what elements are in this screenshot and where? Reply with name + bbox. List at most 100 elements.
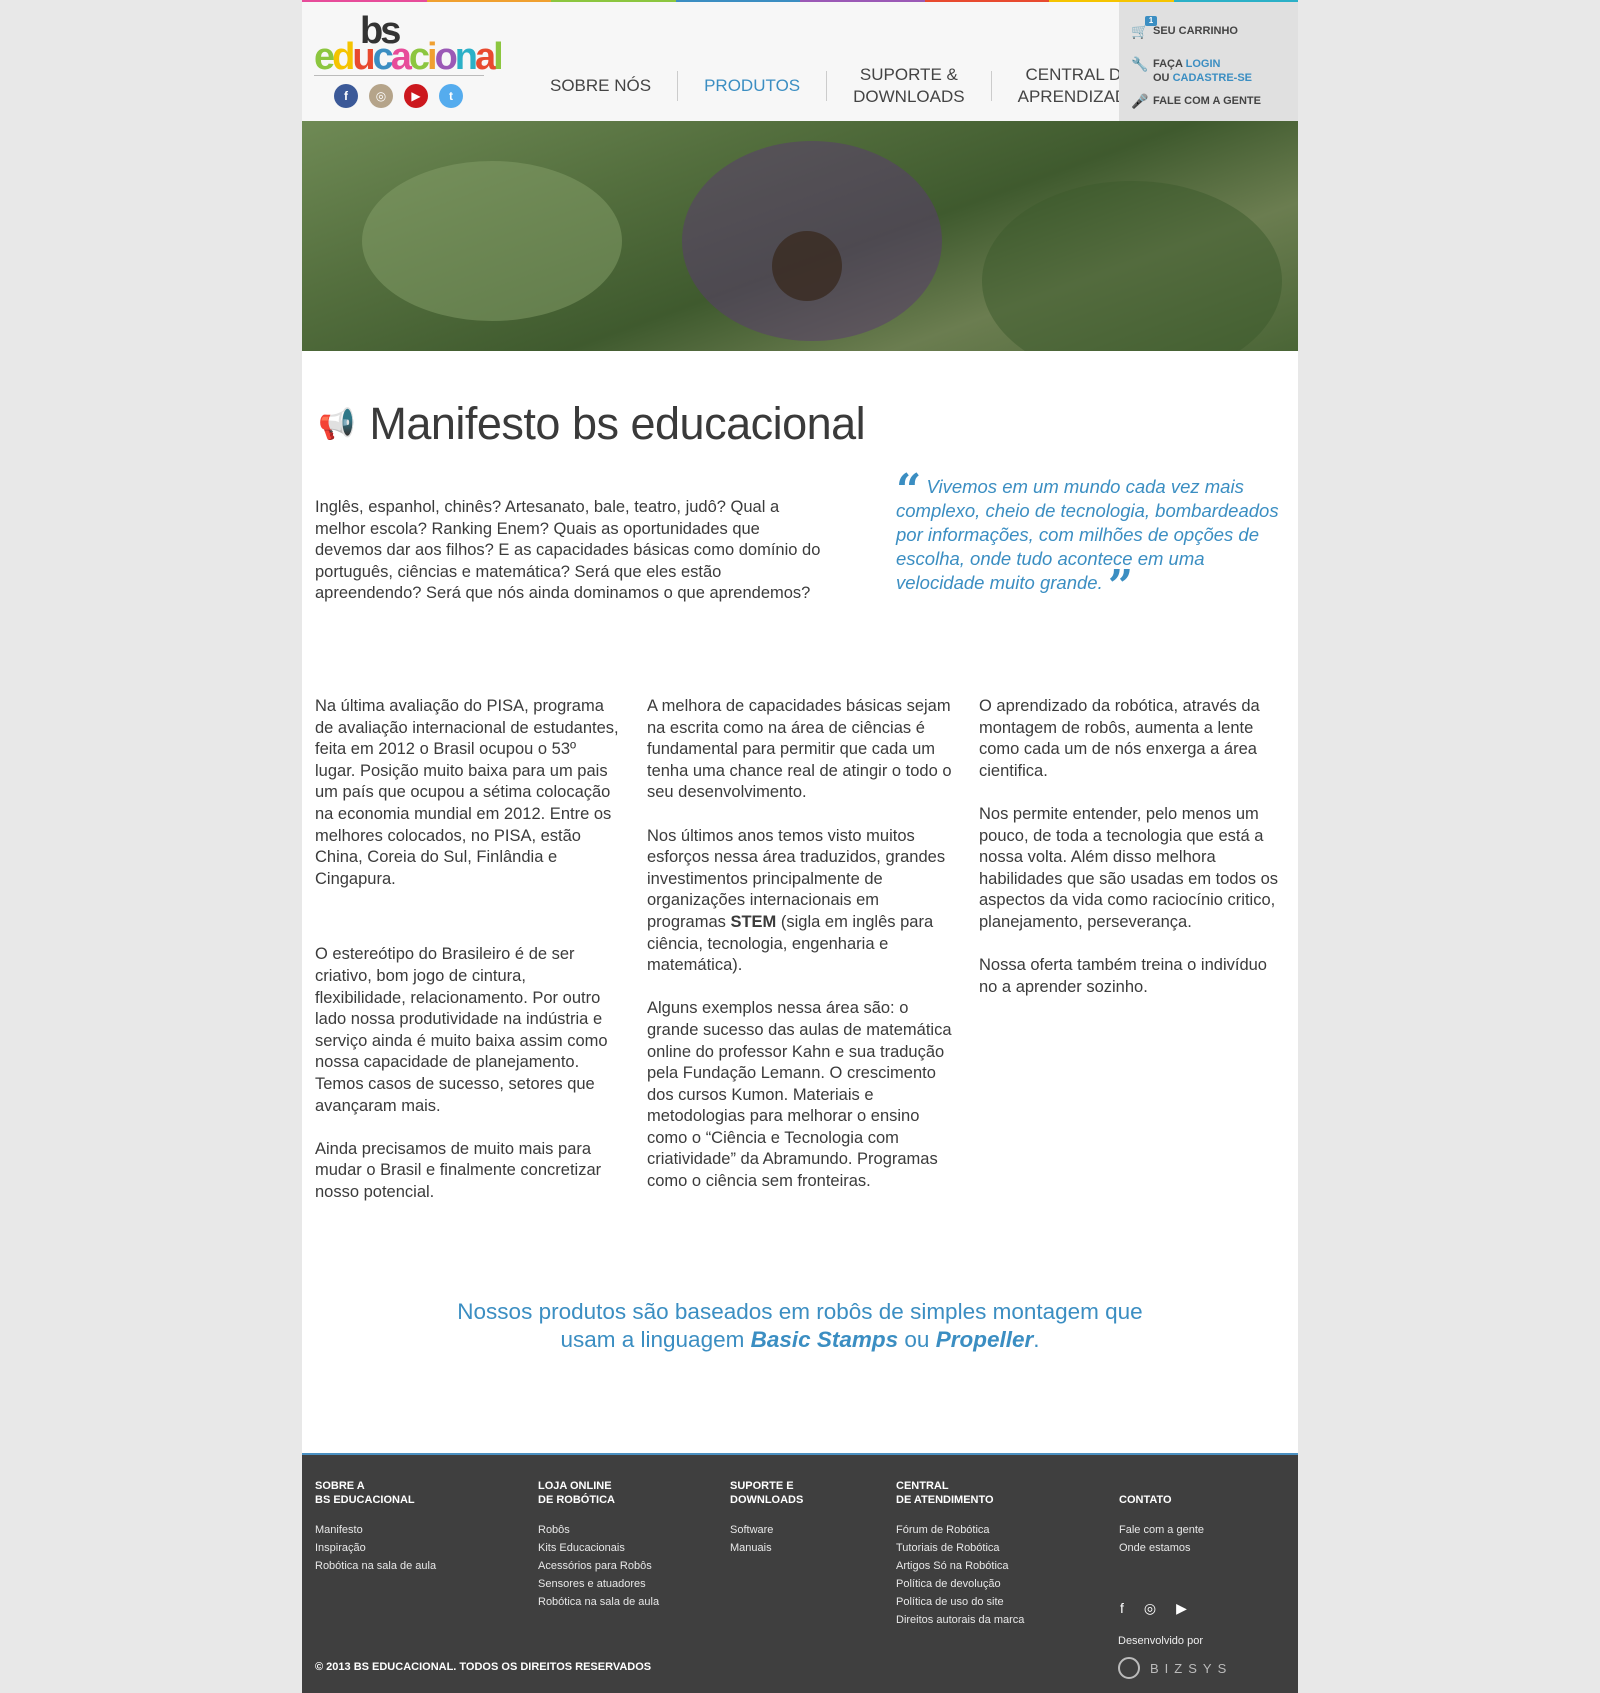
- bizsys-logo[interactable]: BIZSYS: [1118, 1657, 1232, 1679]
- nav-sobre-nos[interactable]: SOBRE NÓS: [524, 62, 677, 110]
- footer-link[interactable]: Software: [730, 1521, 803, 1539]
- footer-link[interactable]: Direitos autorais da marca: [896, 1611, 1024, 1629]
- paragraph: Alguns exemplos nessa área são: o grande…: [647, 999, 952, 1191]
- contact-link[interactable]: 🎤 FALE COM A GENTE: [1131, 94, 1261, 108]
- footer-col-about: SOBRE A BS EDUCACIONAL Manifesto Inspiraçã…: [315, 1479, 436, 1575]
- page-title: 📢 Manifesto bs educacional: [318, 398, 866, 450]
- footer-link[interactable]: Inspiração: [315, 1539, 436, 1557]
- logo-letter: l: [493, 36, 503, 78]
- logo-letter: a: [475, 36, 496, 78]
- heading-line1: SOBRE A: [315, 1480, 365, 1492]
- logo-letter: i: [427, 36, 437, 78]
- heading-line1: LOJA ONLINE: [538, 1480, 612, 1492]
- paragraph: O aprendizado da robótica, através da mo…: [979, 697, 1260, 780]
- twitter-icon[interactable]: t: [439, 84, 463, 108]
- heading-line1: CENTRAL: [896, 1480, 949, 1492]
- footer-link[interactable]: Manifesto: [315, 1521, 436, 1539]
- stem-term: STEM: [730, 912, 777, 931]
- footer-link[interactable]: Tutoriais de Robótica: [896, 1539, 1024, 1557]
- nav-produtos[interactable]: PRODUTOS: [678, 62, 826, 110]
- nav-suporte-downloads[interactable]: SUPORTE & DOWNLOADS: [827, 62, 990, 110]
- footer-col-contact: CONTATO Fale com a gente Onde estamos: [1119, 1479, 1204, 1557]
- microphone-icon: 🎤: [1131, 93, 1149, 109]
- heading-line1: SUPORTE E: [730, 1480, 794, 1492]
- header-social-links: f ◎ ▶ t: [334, 84, 463, 108]
- footer-social-links: f ◎ ▶: [1120, 1600, 1187, 1617]
- cart-badge: 1: [1145, 16, 1157, 26]
- paragraph: Ainda precisamos de muito mais para muda…: [315, 1139, 602, 1201]
- header: bs educacional f ◎ ▶ t SOBRE NÓS PRODUTOS S…: [302, 2, 1298, 121]
- products-line1: Nossos produtos são baseados em robôs de…: [457, 1299, 1143, 1324]
- paragraph: Na última avaliação do PISA, programa de…: [315, 697, 619, 888]
- products-line2: usam a linguagem: [560, 1327, 751, 1352]
- products-statement: Nossos produtos são baseados em robôs de…: [402, 1298, 1198, 1354]
- footer-heading: SUPORTE E DOWNLOADS: [730, 1479, 803, 1507]
- footer-list: Software Manuais: [730, 1521, 803, 1557]
- logo-letter: n: [454, 36, 478, 78]
- products-or: ou: [898, 1327, 936, 1352]
- footer-list: Fórum de Robótica Tutoriais de Robótica Ar…: [896, 1521, 1024, 1629]
- contact-label: FALE COM A GENTE: [1153, 95, 1261, 107]
- logo-letter: a: [390, 36, 412, 78]
- logo-letter: c: [372, 36, 394, 78]
- paragraph: Nos permite entender, pelo menos um pouc…: [979, 804, 1279, 931]
- login-text: FAÇA LOGIN OU CADASTRE-SE: [1153, 57, 1252, 85]
- footer-link[interactable]: Política de uso do site: [896, 1593, 1024, 1611]
- instagram-icon[interactable]: ◎: [369, 84, 393, 108]
- footer-link[interactable]: Acessórios para Robôs: [538, 1557, 659, 1575]
- paragraph: Nossa oferta também treina o indivíduo n…: [979, 956, 1267, 996]
- logo[interactable]: bs educacional: [314, 10, 504, 78]
- footer-link[interactable]: Robótica na sala de aula: [538, 1593, 659, 1611]
- nav-label: SOBRE NÓS: [550, 76, 652, 95]
- footer-link[interactable]: Kits Educacionais: [538, 1539, 659, 1557]
- page-title-text: Manifesto bs educacional: [369, 398, 866, 449]
- login-row: 🔧 FAÇA LOGIN OU CADASTRE-SE: [1131, 57, 1252, 85]
- footer-link[interactable]: Política de devolução: [896, 1575, 1024, 1593]
- products-end: .: [1033, 1327, 1040, 1352]
- copyright: © 2013 BS EDUCACIONAL. TODOS OS DIREITOS…: [315, 1661, 652, 1673]
- login-link[interactable]: LOGIN: [1186, 58, 1221, 70]
- developed-by-label: Desenvolvido por: [1118, 1635, 1203, 1647]
- signup-link[interactable]: CADASTRE-SE: [1173, 72, 1252, 84]
- cart-icon: 🛒 1: [1131, 16, 1157, 38]
- facebook-icon[interactable]: f: [1120, 1600, 1124, 1617]
- bizsys-mark-icon: [1118, 1657, 1140, 1679]
- nav-label: SUPORTE & DOWNLOADS: [853, 64, 964, 108]
- facebook-icon[interactable]: f: [334, 84, 358, 108]
- footer-heading: CONTATO: [1119, 1479, 1204, 1507]
- content-column-1: Na última avaliação do PISA, programa de…: [315, 696, 620, 1225]
- login-or: OU: [1153, 72, 1170, 84]
- footer-heading: LOJA ONLINE DE ROBÓTICA: [538, 1479, 659, 1507]
- footer-list: Robôs Kits Educacionais Acessórios para Ro…: [538, 1521, 659, 1611]
- footer-link[interactable]: Robótica na sala de aula: [315, 1557, 436, 1575]
- footer-link[interactable]: Robôs: [538, 1521, 659, 1539]
- footer-link[interactable]: Fórum de Robótica: [896, 1521, 1024, 1539]
- bizsys-text: BIZSYS: [1150, 1660, 1233, 1676]
- youtube-icon[interactable]: ▶: [1176, 1600, 1187, 1617]
- heading-line2: DOWNLOADS: [730, 1494, 804, 1506]
- footer-link[interactable]: Fale com a gente: [1119, 1521, 1204, 1539]
- logo-letter: d: [332, 36, 355, 78]
- content-column-3: O aprendizado da robótica, através da mo…: [979, 696, 1284, 1020]
- login-prefix: FAÇA: [1153, 58, 1183, 70]
- page-wrapper: bs educacional f ◎ ▶ t SOBRE NÓS PRODUTOS S…: [302, 0, 1298, 1693]
- footer-link[interactable]: Onde estamos: [1119, 1539, 1204, 1557]
- pull-quote-text: Vivemos em um mundo cada vez mais comple…: [896, 476, 1279, 593]
- footer-link[interactable]: Manuais: [730, 1539, 803, 1557]
- footer-link[interactable]: Artigos Só na Robótica: [896, 1557, 1024, 1575]
- youtube-icon[interactable]: ▶: [404, 84, 428, 108]
- instagram-icon[interactable]: ◎: [1144, 1600, 1156, 1617]
- cart-link[interactable]: 🛒 1 SEU CARRINHO: [1131, 16, 1238, 38]
- pull-quote: “ Vivemos em um mundo cada vez mais comp…: [896, 469, 1281, 609]
- intro-paragraph: Inglês, espanhol, chinês? Artesanato, ba…: [315, 498, 821, 603]
- footer-link[interactable]: Sensores e atuadores: [538, 1575, 659, 1593]
- heading-line2: DE ATENDIMENTO: [896, 1494, 994, 1506]
- logo-letter: c: [408, 36, 430, 78]
- footer-col-service: CENTRAL DE ATENDIMENTO Fórum de Robótica T…: [896, 1479, 1024, 1629]
- propeller-term: Propeller: [935, 1327, 1034, 1352]
- nav-label-line2: DOWNLOADS: [853, 87, 965, 106]
- user-box: 🛒 1 SEU CARRINHO 🔧 FAÇA LOGIN OU CADASTRE…: [1119, 2, 1298, 121]
- wrench-icon: 🔧: [1131, 56, 1149, 72]
- hero-image: [302, 121, 1298, 351]
- close-quote-icon: ”: [1107, 561, 1134, 612]
